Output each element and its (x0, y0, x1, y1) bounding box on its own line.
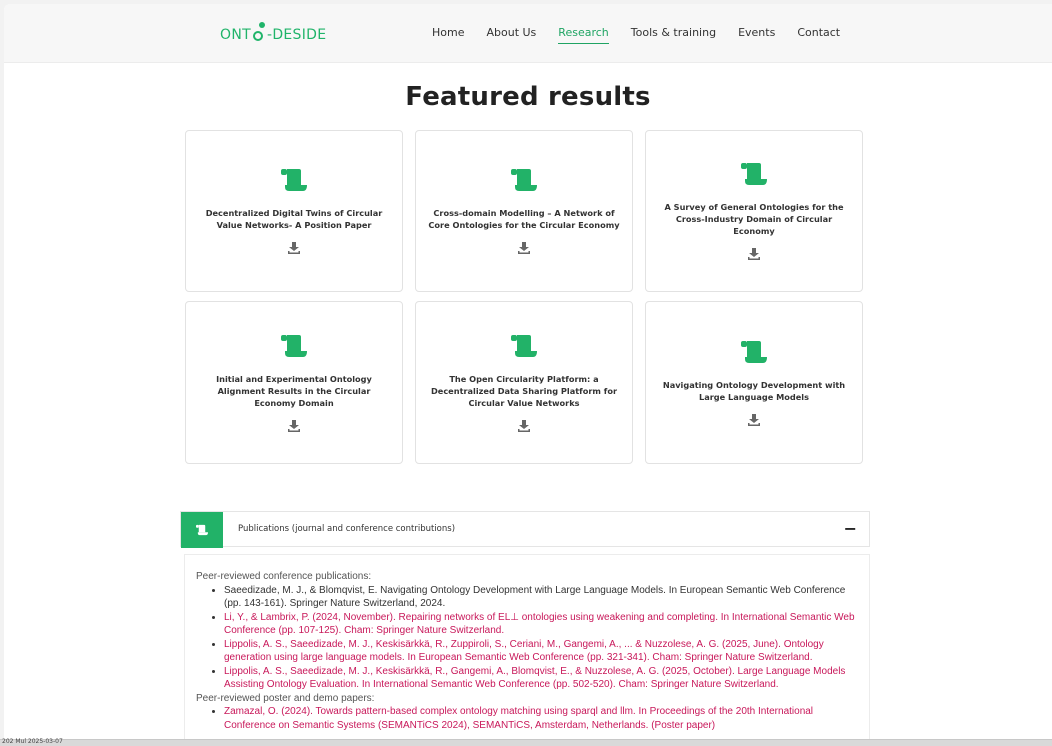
logo-text-left: ONT (220, 27, 251, 43)
publication-item: Saeedizade, M. J., & Blomqvist, E. Navig… (224, 584, 856, 611)
site-logo[interactable]: ONT - DESIDE (220, 22, 326, 48)
result-card[interactable]: Cross-domain Modelling – A Network of Co… (415, 130, 633, 292)
nav-tools-training[interactable]: Tools & training (631, 26, 716, 44)
download-icon[interactable] (517, 241, 531, 255)
card-title: Decentralized Digital Twins of Circular … (205, 208, 383, 230)
result-card[interactable]: Navigating Ontology Development with Lar… (645, 301, 863, 464)
card-title: Initial and Experimental Ontology Alignm… (216, 373, 372, 408)
result-card[interactable]: Decentralized Digital Twins of Circular … (185, 130, 403, 292)
scroll-icon (281, 334, 307, 357)
accordion-title: Publications (journal and conference con… (238, 524, 456, 534)
card-title: The Open Circularity Platform: a Decentr… (430, 373, 618, 408)
publications-list: Peer-reviewed conference publications: S… (196, 570, 856, 732)
publication-link[interactable]: Zamazal, O. (2024). Towards pattern-base… (224, 705, 856, 732)
download-icon[interactable] (287, 419, 301, 433)
logo-molecule-icon (252, 22, 266, 42)
result-card[interactable]: The Open Circularity Platform: a Decentr… (415, 301, 633, 464)
scroll-icon (741, 340, 767, 363)
publication-link[interactable]: Lippolis, A. S., Saeedizade, M. J., Kesk… (224, 638, 856, 665)
scroll-icon (196, 524, 208, 536)
collapse-icon[interactable]: − (844, 520, 857, 538)
publication-link[interactable]: Lippolis, A. S., Saeedizade, M. J., Kesk… (224, 665, 856, 692)
browser-page: ONT - DESIDE Home About Us Research Tool… (4, 4, 1052, 745)
scroll-icon (281, 169, 307, 191)
accordion-icon-box (181, 512, 223, 548)
taskbar-text: 202 Mul 2025-03-07 (2, 738, 63, 745)
poster-list: Zamazal, O. (2024). Towards pattern-base… (196, 705, 856, 732)
conference-list: Saeedizade, M. J., & Blomqvist, E. Navig… (196, 584, 856, 692)
conference-heading: Peer-reviewed conference publications: (196, 571, 372, 582)
card-title: Navigating Ontology Development with Lar… (662, 379, 846, 402)
download-icon[interactable] (747, 413, 761, 427)
nav-events[interactable]: Events (738, 26, 775, 44)
nav-home[interactable]: Home (432, 26, 464, 44)
main-nav: Home About Us Research Tools & training … (432, 26, 862, 44)
scroll-icon (741, 163, 767, 185)
poster-heading: Peer-reviewed poster and demo papers: (196, 692, 375, 704)
download-icon[interactable] (287, 241, 301, 255)
download-icon[interactable] (747, 247, 761, 261)
logo-text-right: DESIDE (272, 27, 327, 43)
scroll-icon (511, 334, 537, 357)
result-card[interactable]: A Survey of General Ontologies for the C… (645, 130, 863, 292)
site-header: ONT - DESIDE Home About Us Research Tool… (4, 4, 1052, 63)
nav-contact[interactable]: Contact (797, 26, 840, 44)
scroll-icon (511, 169, 537, 191)
publications-accordion-header[interactable]: Publications (journal and conference con… (180, 511, 870, 548)
result-card[interactable]: Initial and Experimental Ontology Alignm… (185, 301, 403, 464)
nav-research[interactable]: Research (558, 26, 609, 44)
publication-link[interactable]: Li, Y., & Lambrix, P. (2024, November). … (224, 611, 856, 638)
card-title: Cross-domain Modelling – A Network of Co… (428, 208, 620, 230)
download-icon[interactable] (517, 419, 531, 433)
page-title: Featured results (405, 82, 651, 112)
card-title: A Survey of General Ontologies for the C… (664, 202, 844, 236)
nav-about-us[interactable]: About Us (486, 26, 536, 44)
